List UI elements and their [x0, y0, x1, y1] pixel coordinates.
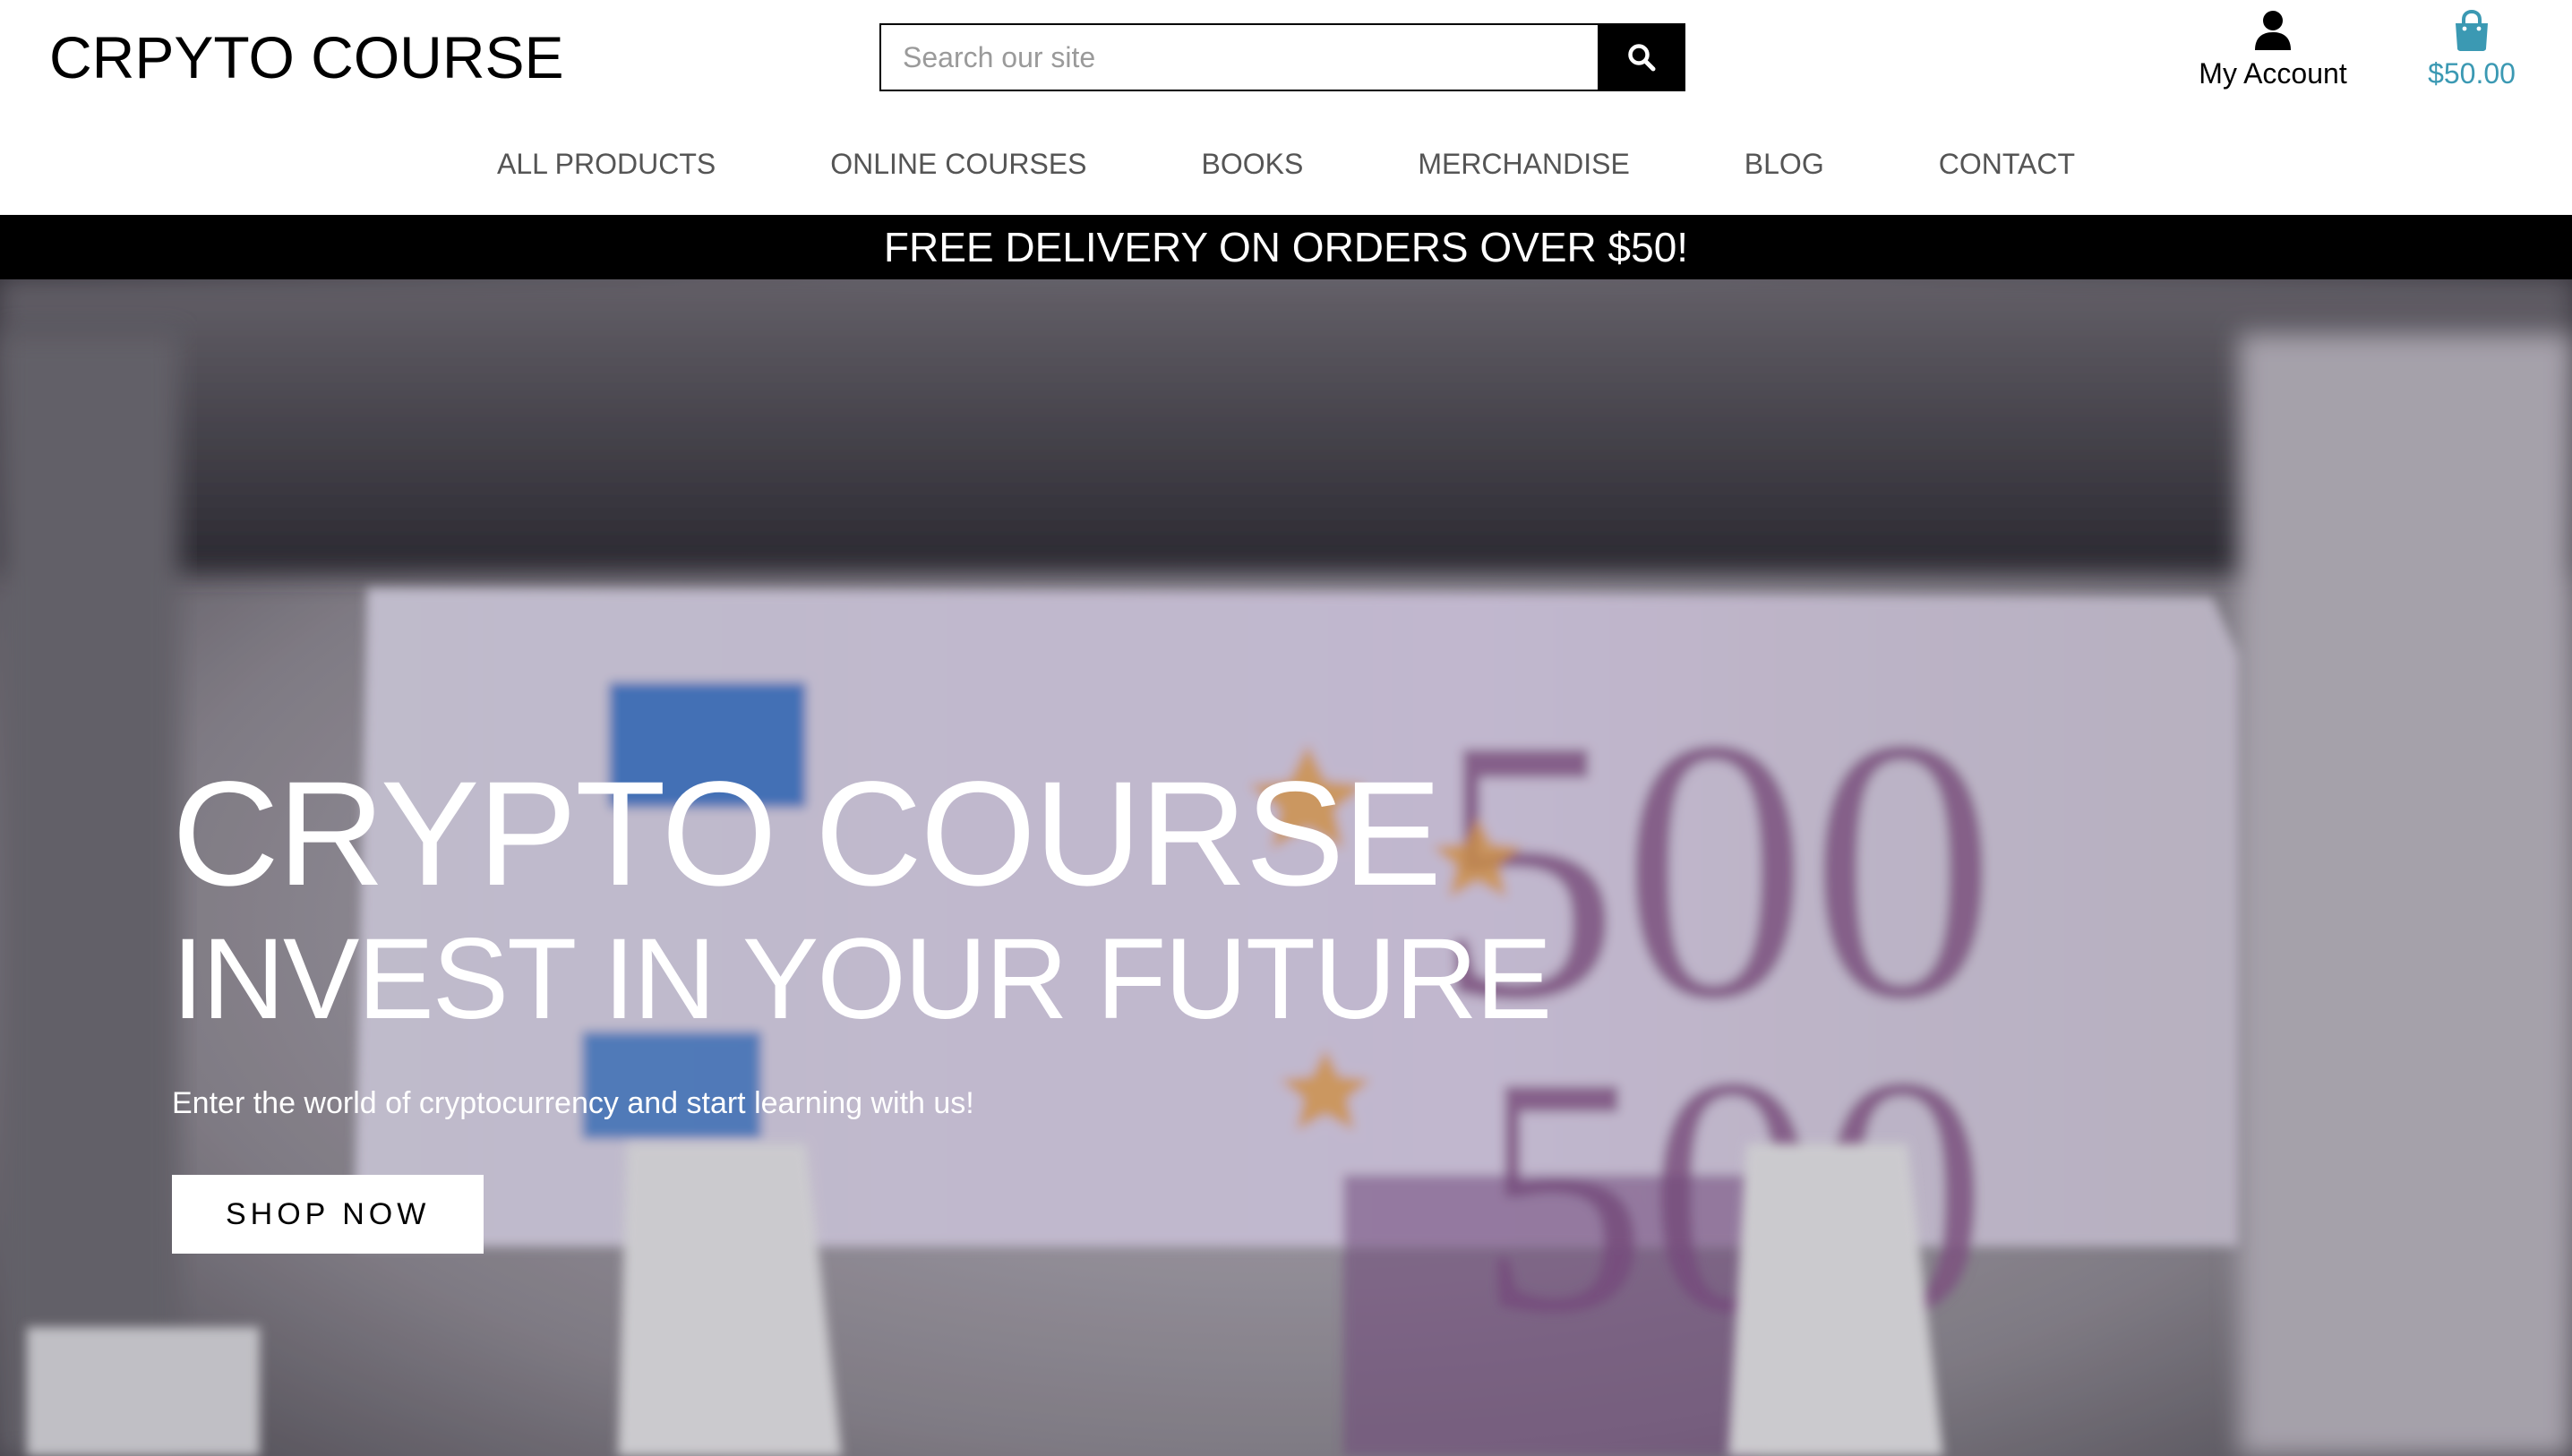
- my-account-label: My Account: [2199, 57, 2347, 90]
- nav-item-blog[interactable]: BLOG: [1745, 139, 1824, 189]
- hero-subtitle: INVEST IN YOUR FUTURE: [172, 915, 1552, 1043]
- user-icon: [2255, 11, 2291, 50]
- nav-item-contact[interactable]: CONTACT: [1939, 139, 2075, 189]
- hero-description: Enter the world of cryptocurrency and st…: [172, 1086, 974, 1120]
- main-nav: ALL PRODUCTS ONLINE COURSES BOOKS MERCHA…: [0, 139, 2572, 189]
- hero-title: CRYPTO COURSE: [172, 751, 1442, 917]
- site-header: CRPYTO COURSE My Account $50.00 ALL PROD…: [0, 0, 2572, 215]
- nav-item-online-courses[interactable]: ONLINE COURSES: [830, 139, 1086, 189]
- nav-item-all-products[interactable]: ALL PRODUCTS: [497, 139, 716, 189]
- delivery-banner: FREE DELIVERY ON ORDERS OVER $50!: [0, 215, 2572, 279]
- my-account-link[interactable]: My Account: [2183, 9, 2362, 98]
- shopping-bag-icon: [2456, 9, 2488, 51]
- bag-total: $50.00: [2428, 57, 2516, 90]
- shopping-bag-link[interactable]: $50.00: [2418, 9, 2525, 98]
- nav-item-books[interactable]: BOOKS: [1202, 139, 1304, 189]
- hero-content: CRYPTO COURSE INVEST IN YOUR FUTURE Ente…: [172, 751, 1552, 1254]
- hero-section: 500 500 CRYPTO COURSE INVEST IN YOUR FUT…: [0, 279, 2572, 1456]
- shop-now-button[interactable]: SHOP NOW: [172, 1175, 484, 1254]
- nav-item-merchandise[interactable]: MERCHANDISE: [1418, 139, 1629, 189]
- search-button[interactable]: [1598, 23, 1685, 91]
- search-icon: [1628, 44, 1656, 72]
- site-logo[interactable]: CRPYTO COURSE: [49, 21, 564, 93]
- search-form: [879, 23, 1685, 91]
- search-input[interactable]: [879, 23, 1598, 91]
